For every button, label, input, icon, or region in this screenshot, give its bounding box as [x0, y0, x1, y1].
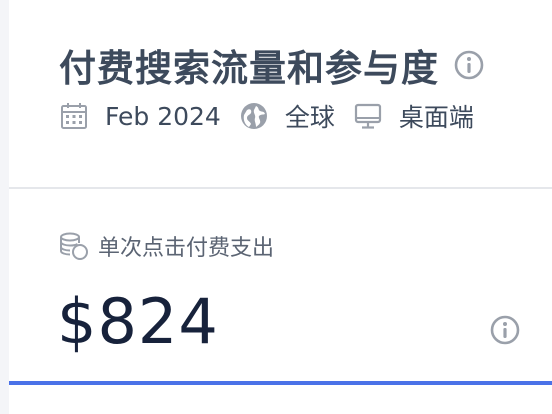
traffic-card: 付费搜索流量和参与度 Feb 2024 全球 桌面端 单次点击付费支出 $824: [9, 0, 552, 414]
info-icon[interactable]: [453, 49, 485, 81]
metric-label-row: 单次点击付费支出: [58, 228, 274, 264]
filter-row: Feb 2024 全球 桌面端: [59, 98, 474, 134]
region-filter[interactable]: 全球: [285, 98, 335, 134]
selected-indicator: [9, 381, 552, 385]
card-header: 付费搜索流量和参与度 Feb 2024 全球 桌面端: [9, 0, 552, 187]
coins-icon: [58, 230, 90, 262]
card-title: 付费搜索流量和参与度: [59, 47, 439, 90]
metric-value: $824: [57, 285, 219, 358]
device-filter[interactable]: 桌面端: [399, 98, 474, 134]
metric-label: 单次点击付费支出: [98, 236, 275, 261]
divider: [9, 187, 552, 189]
globe-icon: [239, 101, 269, 131]
date-filter[interactable]: Feb 2024: [105, 102, 221, 131]
title-row: 付费搜索流量和参与度: [59, 40, 485, 90]
desktop-icon: [353, 101, 383, 131]
info-icon[interactable]: [489, 314, 521, 346]
calendar-icon: [59, 101, 89, 131]
